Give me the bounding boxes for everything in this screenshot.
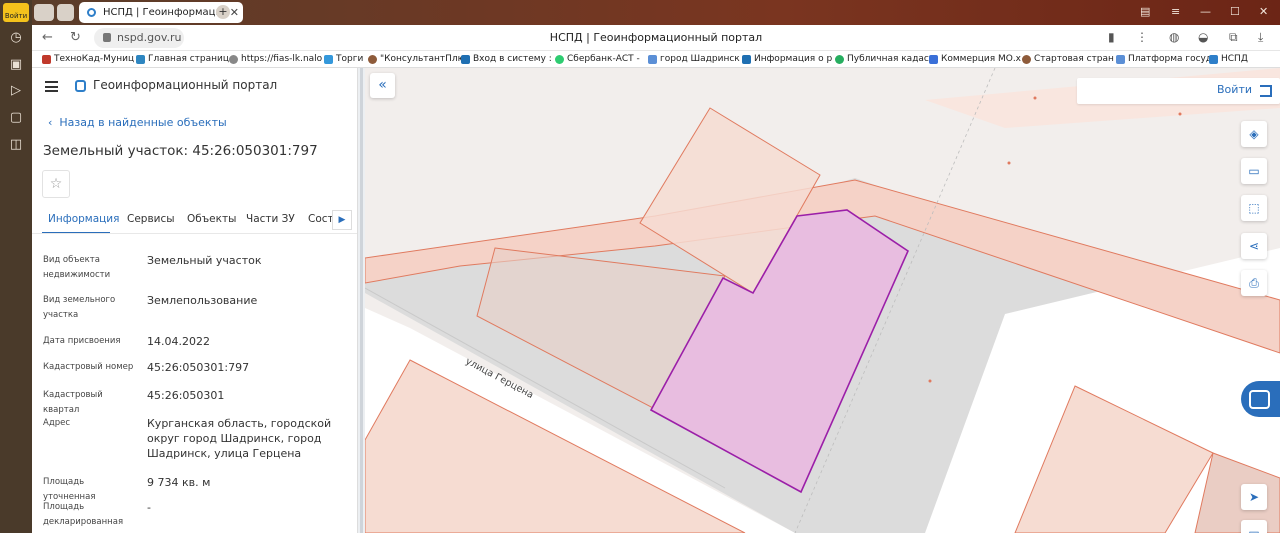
login-badge[interactable]: Войти: [3, 3, 29, 22]
layers-icon[interactable]: ◈: [1241, 121, 1267, 147]
address-bar: ← ↻ nspd.gov.ru НСПД | Геоинформационный…: [32, 25, 1280, 51]
share-icon[interactable]: ⧉: [1229, 30, 1238, 45]
portal-tab-icon: [87, 8, 96, 17]
portal-logo-icon: [75, 80, 86, 92]
property-value: Землепользование: [147, 294, 258, 307]
notes-icon[interactable]: ▢: [8, 110, 24, 126]
tabs-menu-button[interactable]: [57, 4, 74, 21]
geolocation-icon[interactable]: ➤: [1241, 484, 1267, 510]
tab-objects[interactable]: Объекты: [187, 213, 236, 225]
share-map-icon[interactable]: ⋖: [1241, 233, 1267, 259]
tab-info[interactable]: Информация: [48, 213, 119, 225]
chevron-left-icon: ‹: [48, 116, 53, 129]
tab-pinned[interactable]: [34, 4, 54, 21]
property-label: Кадастровый номер: [43, 362, 134, 372]
bookmark-item[interactable]: Вход в систему :: [461, 54, 552, 64]
bookmarks-panel-icon[interactable]: ▤: [1140, 5, 1150, 18]
map-point: [1033, 96, 1037, 100]
property-value: -: [147, 501, 151, 514]
map-view[interactable]: улица Герцена « Войти ◈ ▭ ⬚ ⋖ ⎙ ➤ ▭: [365, 68, 1280, 533]
browser-sidebar: Войти ◷ ▣ ▷ ▢ ◫: [0, 0, 32, 533]
select-area-icon[interactable]: ⬚: [1241, 195, 1267, 221]
map-point: [1178, 112, 1182, 116]
bookmark-item[interactable]: город Шадринск: [648, 54, 740, 64]
extension-icon[interactable]: ◍: [1169, 30, 1179, 44]
bookmark-item[interactable]: Информация о р: [742, 54, 832, 64]
back-to-results-link[interactable]: ‹ Назад в найденные объекты: [48, 116, 227, 129]
bookmark-item[interactable]: Стартовая стран: [1022, 54, 1114, 64]
property-label: Площадь декларированная: [43, 502, 124, 527]
maximize-icon[interactable]: ☐: [1230, 5, 1240, 18]
favorite-star-icon[interactable]: ☆: [42, 170, 70, 198]
object-info-panel: Геоинформационный портал ‹ Назад в найде…: [32, 68, 358, 533]
assistant-chat-icon[interactable]: [1241, 381, 1280, 417]
property-label: Кадастровый квартал: [43, 390, 103, 415]
property-value: 9 734 кв. м: [147, 476, 211, 489]
screenshot-icon[interactable]: ◫: [8, 137, 24, 153]
property-label: Адрес: [43, 418, 70, 428]
ruler-icon[interactable]: ▭: [1241, 158, 1267, 184]
property-value: 14.04.2022: [147, 335, 210, 348]
close-window-icon[interactable]: ✕: [1259, 5, 1268, 18]
bookmark-item[interactable]: ТехноКад-Муниц: [42, 54, 134, 64]
collections-icon[interactable]: ▣: [8, 57, 24, 73]
map-tool-icon[interactable]: ▭: [1241, 520, 1267, 533]
vpn-icon[interactable]: ◒: [1198, 30, 1208, 44]
new-tab-button[interactable]: +: [216, 5, 230, 19]
hamburger-menu-icon[interactable]: [45, 81, 58, 92]
bookmark-item[interactable]: Публичная кадас: [835, 54, 929, 64]
tabs-scroll-right-icon[interactable]: ▶: [332, 210, 352, 230]
object-title: Земельный участок: 45:26:050301:797: [43, 143, 318, 159]
login-button[interactable]: Войти: [1077, 78, 1280, 104]
bookmark-item[interactable]: https://fias-lk.nalo: [229, 54, 322, 64]
minimize-icon[interactable]: —: [1200, 5, 1211, 18]
menu-icon[interactable]: ≡: [1171, 5, 1180, 18]
map-point: [928, 379, 932, 383]
property-value: 45:26:050301: [147, 389, 225, 402]
bookmark-item[interactable]: Торги: [324, 54, 363, 64]
property-value: Земельный участок: [147, 254, 262, 267]
history-icon[interactable]: ◷: [8, 30, 24, 46]
page-title: НСПД | Геоинформационный портал: [549, 31, 763, 44]
active-tab-underline: [42, 232, 110, 233]
tab-parts[interactable]: Части ЗУ: [246, 213, 295, 225]
property-value: Курганская область, городской округ горо…: [147, 417, 332, 460]
bookmark-item[interactable]: Коммерция МО.х: [929, 54, 1021, 64]
property-label: Вид земельного участка: [43, 295, 116, 320]
bookmark-item[interactable]: Платформа госуд: [1116, 54, 1212, 64]
download-icon[interactable]: ⤓: [1258, 30, 1263, 45]
login-label: Войти: [1217, 83, 1252, 96]
login-icon: [1260, 85, 1272, 97]
map-point: [1007, 161, 1011, 165]
tab-title: НСПД | Геоинформацио: [103, 7, 229, 18]
bookmark-item[interactable]: НСПД: [1209, 54, 1248, 64]
property-label: Дата присвоения: [43, 336, 121, 346]
collapse-panel-button[interactable]: «: [370, 73, 395, 98]
property-label: Вид объекта недвижимости: [43, 255, 111, 280]
property-value: 45:26:050301:797: [147, 361, 250, 374]
tab-services[interactable]: Сервисы: [127, 213, 175, 225]
info-tabs: Информация Сервисы Объекты Части ЗУ Сост…: [32, 208, 358, 234]
panel-resize-handle[interactable]: [357, 68, 365, 533]
bookmark-item[interactable]: Главная страниц: [136, 54, 229, 64]
bookmark-item[interactable]: Сбербанк-АСТ -: [555, 54, 640, 64]
bookmark-item[interactable]: "КонсультантПлю: [368, 54, 465, 64]
bookmarks-bar: ТехноКад-Муниц Главная страниц https://f…: [32, 51, 1280, 68]
print-icon[interactable]: ⎙: [1241, 270, 1267, 296]
more-icon[interactable]: ⋮: [1136, 30, 1148, 44]
bookmark-icon[interactable]: ▮: [1108, 30, 1115, 44]
map-canvas[interactable]: улица Герцена: [365, 68, 1280, 533]
tab-strip: НСПД | Геоинформацио ✕ + ▤ ≡ — ☐ ✕: [32, 0, 1280, 25]
close-tab-icon[interactable]: ✕: [230, 2, 239, 23]
portal-title: Геоинформационный портал: [93, 78, 278, 92]
media-icon[interactable]: ▷: [8, 83, 24, 99]
